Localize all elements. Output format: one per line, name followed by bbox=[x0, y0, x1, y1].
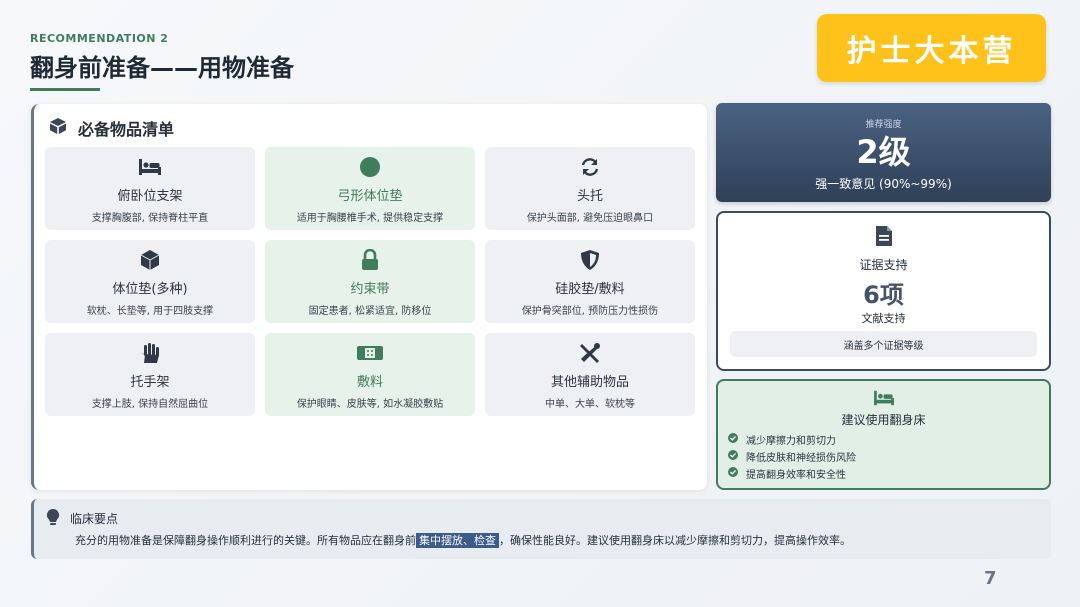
consensus-text: 强一致意见 (90%~99%) bbox=[815, 177, 952, 191]
item-name: 头托 bbox=[576, 189, 603, 204]
bandage-icon bbox=[357, 341, 383, 365]
item-name: 托手架 bbox=[130, 375, 170, 390]
cube-icon bbox=[139, 248, 161, 272]
item-desc: 保护骨突部位, 预防压力性损伤 bbox=[521, 306, 659, 317]
item-desc: 保护眼睛、皮肤等, 如水凝胶敷贴 bbox=[296, 399, 444, 410]
panel-title: 必备物品清单 bbox=[78, 120, 175, 139]
bed-recommendation-card: 建议使用翻身床 减少摩擦力和剪切力 降低皮肤和神经损伤风险 提高翻身效率和安全性 bbox=[716, 379, 1051, 490]
lock-icon bbox=[360, 248, 380, 272]
item-desc: 软枕、长垫等, 用于四肢支撑 bbox=[86, 306, 214, 317]
bed-heading: 建议使用翻身床 bbox=[841, 413, 926, 427]
document-icon bbox=[718, 225, 1049, 247]
list-item: 提高翻身效率和安全性 bbox=[728, 465, 856, 482]
evidence-unit: 文献支持 bbox=[861, 312, 906, 325]
page-number: 7 bbox=[984, 568, 997, 589]
note-header: 临床要点 bbox=[46, 508, 118, 529]
item-name: 弓形体位垫 bbox=[337, 189, 403, 204]
item-desc: 支撑胸腹部, 保持脊柱平直 bbox=[91, 213, 209, 224]
recommendation-card: 推荐强度 2级 强一致意见 (90%~99%) bbox=[716, 103, 1051, 202]
box-icon bbox=[48, 116, 68, 140]
note-text-before: 充分的用物准备是保障翻身操作顺利进行的关键。所有物品应在翻身前 bbox=[75, 534, 416, 547]
item-desc: 保护头面部, 避免压迫眼鼻口 bbox=[526, 213, 654, 224]
page-title: 翻身前准备——用物准备 bbox=[30, 54, 294, 82]
check-circle-icon bbox=[728, 433, 738, 446]
item-name: 其他辅助物品 bbox=[550, 375, 629, 390]
check-circle-icon bbox=[728, 467, 738, 480]
circle-icon bbox=[359, 155, 381, 179]
bed-benefit: 降低皮肤和神经损伤风险 bbox=[746, 453, 856, 464]
item-name: 约束带 bbox=[350, 282, 390, 297]
list-item: 头托 保护头面部, 避免压迫眼鼻口 bbox=[485, 147, 695, 230]
item-desc: 固定患者, 松紧适宜, 防移位 bbox=[308, 306, 432, 317]
list-item: 硅胶垫/敷料 保护骨突部位, 预防压力性损伤 bbox=[485, 240, 695, 323]
item-name: 体位垫(多种) bbox=[112, 282, 188, 297]
bed-icon bbox=[138, 155, 162, 179]
panel-header: 必备物品清单 bbox=[48, 116, 174, 140]
evidence-card: 证据支持 6项 文献支持 涵盖多个证据等级 bbox=[716, 211, 1051, 371]
note-text-after: ，确保性能良好。建议使用翻身床以减少摩擦和剪切力，提高操作效率。 bbox=[499, 534, 851, 547]
list-item: 体位垫(多种) 软枕、长垫等, 用于四肢支撑 bbox=[45, 240, 255, 323]
bed-benefit: 减少摩擦力和剪切力 bbox=[746, 436, 836, 447]
note-body: 充分的用物准备是保障翻身操作顺利进行的关键。所有物品应在翻身前 集中摆放、检查 ，确… bbox=[75, 532, 851, 548]
item-name: 硅胶垫/敷料 bbox=[555, 282, 625, 297]
evidence-count: 6项 bbox=[863, 281, 904, 309]
brand-logo: 护士大本营 bbox=[817, 14, 1046, 82]
list-item: 托手架 支撑上肢, 保持自然屈曲位 bbox=[45, 333, 255, 416]
list-item: 弓形体位垫 适用于胸腰椎手术, 提供稳定支撑 bbox=[265, 147, 475, 230]
item-name: 俯卧位支架 bbox=[117, 189, 183, 204]
note-heading: 临床要点 bbox=[70, 512, 119, 526]
clinical-note: 临床要点 充分的用物准备是保障翻身操作顺利进行的关键。所有物品应在翻身前 集中摆放… bbox=[31, 499, 1051, 559]
evidence-note: 涵盖多个证据等级 bbox=[730, 331, 1037, 357]
list-item: 约束带 固定患者, 松紧适宜, 防移位 bbox=[265, 240, 475, 323]
check-circle-icon bbox=[728, 450, 738, 463]
bed-benefit-list: 减少摩擦力和剪切力 降低皮肤和神经损伤风险 提高翻身效率和安全性 bbox=[728, 431, 856, 482]
bed-icon bbox=[718, 389, 1049, 407]
item-name: 敷料 bbox=[356, 375, 383, 390]
note-highlight: 集中摆放、检查 bbox=[416, 533, 499, 548]
item-desc: 中单、大单、软枕等 bbox=[545, 399, 635, 410]
tools-icon bbox=[579, 341, 601, 365]
list-item: 俯卧位支架 支撑胸腹部, 保持脊柱平直 bbox=[45, 147, 255, 230]
title-underline bbox=[30, 88, 100, 91]
checklist-panel: 必备物品清单 俯卧位支架 支撑胸腹部, 保持脊柱平直 弓形体位垫 适用于胸腰椎手… bbox=[31, 104, 707, 490]
list-item: 其他辅助物品 中单、大单、软枕等 bbox=[485, 333, 695, 416]
list-item: 降低皮肤和神经损伤风险 bbox=[728, 448, 856, 465]
item-grid: 俯卧位支架 支撑胸腹部, 保持脊柱平直 弓形体位垫 适用于胸腰椎手术, 提供稳定… bbox=[45, 147, 695, 416]
section-kicker: RECOMMENDATION 2 bbox=[30, 32, 169, 45]
shield-icon bbox=[580, 248, 600, 272]
hand-icon bbox=[140, 341, 160, 365]
sync-icon bbox=[579, 155, 601, 179]
list-item: 减少摩擦力和剪切力 bbox=[728, 431, 856, 448]
lightbulb-icon bbox=[46, 508, 60, 529]
bed-benefit: 提高翻身效率和安全性 bbox=[746, 470, 846, 481]
recommendation-level: 2级 bbox=[856, 133, 911, 171]
evidence-label: 证据支持 bbox=[859, 258, 908, 272]
list-item: 敷料 保护眼睛、皮肤等, 如水凝胶敷贴 bbox=[265, 333, 475, 416]
item-desc: 适用于胸腰椎手术, 提供稳定支撑 bbox=[296, 213, 444, 224]
item-desc: 支撑上肢, 保持自然屈曲位 bbox=[91, 399, 209, 410]
